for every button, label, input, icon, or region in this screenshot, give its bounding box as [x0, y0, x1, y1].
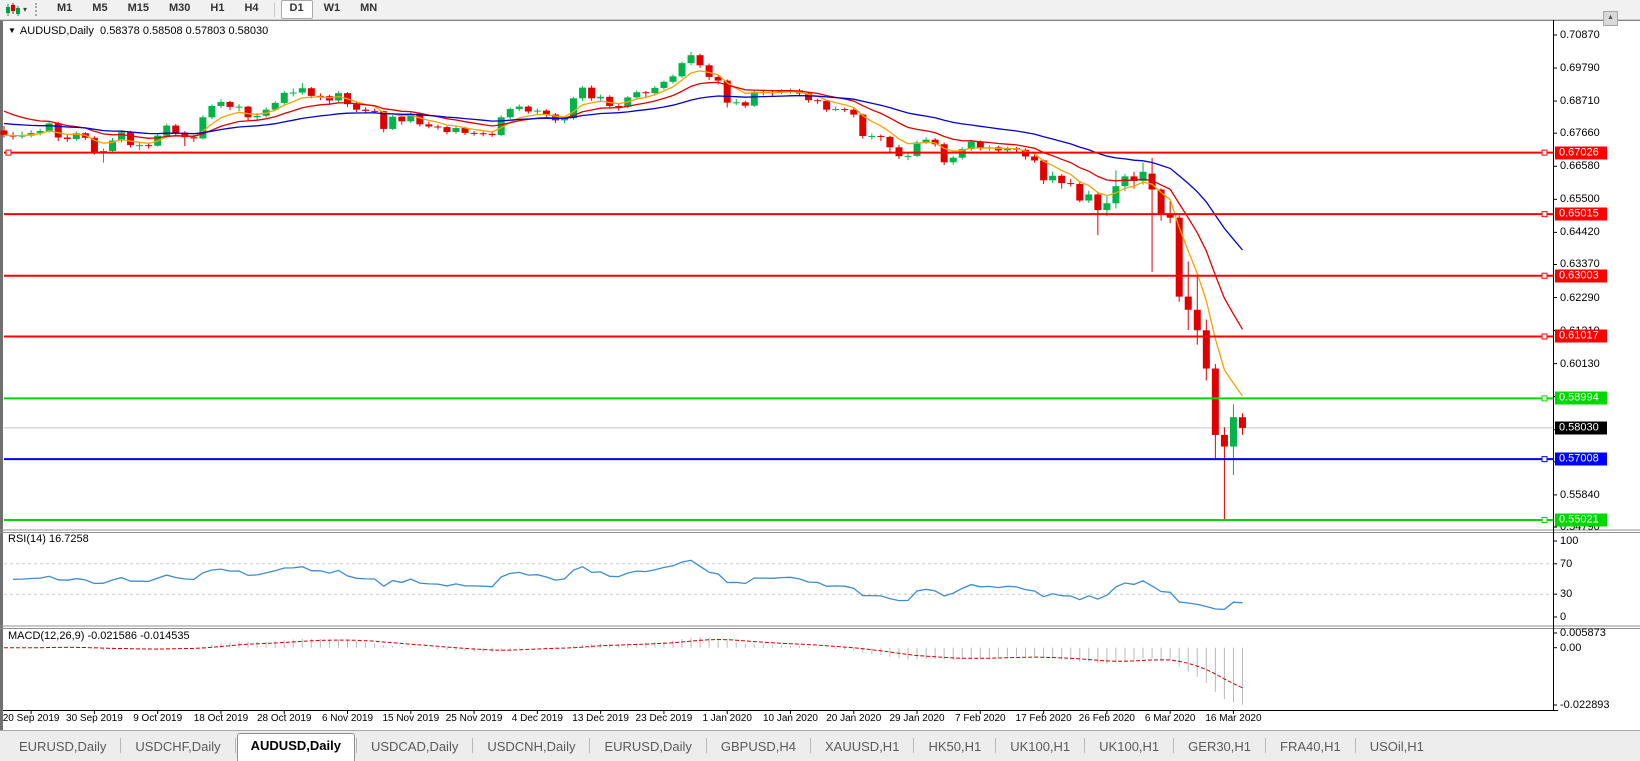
tab-separator — [1355, 738, 1356, 753]
timeframe-button-m30[interactable]: M30 — [160, 0, 199, 19]
chart-type-icon — [5, 3, 21, 17]
tab-usoil-h1[interactable]: USOil,H1 — [1357, 734, 1437, 761]
moving-averages — [4, 71, 1243, 396]
candlestick-chart-icon[interactable]: ▾ — [0, 1, 32, 18]
mt4-window: ▾ M1M5M15M30H1H4D1W1MN ▲ ▼AUDUSD,Daily 0… — [0, 0, 1640, 761]
tab-gbpusd-h4[interactable]: GBPUSD,H4 — [708, 734, 809, 761]
toolbar-separator — [274, 3, 275, 17]
tab-hk50-h1[interactable]: HK50,H1 — [915, 734, 994, 761]
rsi-line — [13, 560, 1243, 609]
tab-separator — [120, 738, 121, 753]
tab-separator — [356, 738, 357, 753]
timeframe-button-h1[interactable]: H1 — [201, 0, 233, 19]
ma-line-34 — [4, 96, 1243, 250]
timeframe-button-m5[interactable]: M5 — [83, 0, 116, 19]
candles-layer — [1, 52, 1246, 520]
timeframe-button-m15[interactable]: M15 — [119, 0, 158, 19]
tab-eurusd-daily[interactable]: EURUSD,Daily — [6, 734, 119, 761]
timeframe-button-d1[interactable]: D1 — [281, 0, 313, 19]
tab-separator — [913, 738, 914, 753]
toolbar: ▾ M1M5M15M30H1H4 D1W1MN — [0, 0, 1640, 20]
tab-fra40-h1[interactable]: FRA40,H1 — [1267, 734, 1354, 761]
tab-list: EURUSD,DailyUSDCHF,DailyAUDUSD,DailyUSDC… — [6, 733, 1437, 761]
tab-separator — [235, 738, 236, 753]
timeframe-toolbar: M1M5M15M30H1H4 D1W1MN — [47, 0, 387, 19]
macd-pane — [4, 637, 1243, 705]
tab-separator — [1084, 738, 1085, 753]
chart-canvas[interactable] — [0, 0, 1640, 761]
tab-separator — [810, 738, 811, 753]
chevron-down-icon: ▾ — [23, 6, 27, 14]
ma-line-6 — [4, 71, 1243, 396]
tab-separator — [995, 738, 996, 753]
timeframe-button-h4[interactable]: H4 — [235, 0, 267, 19]
tab-audusd-daily[interactable]: AUDUSD,Daily — [237, 733, 355, 761]
timeframe-button-w1[interactable]: W1 — [315, 0, 350, 19]
tab-separator — [1173, 738, 1174, 753]
tab-uk100-h1[interactable]: UK100,H1 — [1086, 734, 1172, 761]
chart-scroll-up-button[interactable]: ▲ — [1603, 11, 1618, 26]
rsi-pane — [4, 560, 1553, 609]
tab-eurusd-daily[interactable]: EURUSD,Daily — [591, 734, 704, 761]
tab-xauusd-h1[interactable]: XAUUSD,H1 — [812, 734, 912, 761]
timeframe-button-mn[interactable]: MN — [351, 0, 386, 19]
tab-usdcad-daily[interactable]: USDCAD,Daily — [358, 734, 471, 761]
ma-line-14 — [4, 82, 1243, 329]
tab-uk100-h1[interactable]: UK100,H1 — [997, 734, 1083, 761]
tab-separator — [706, 738, 707, 753]
tab-usdcnh-daily[interactable]: USDCNH,Daily — [474, 734, 588, 761]
toolbar-grip[interactable] — [35, 3, 41, 16]
level-lines — [4, 150, 1553, 522]
tab-usdchf-daily[interactable]: USDCHF,Daily — [122, 734, 233, 761]
axis-ticks — [31, 35, 1557, 714]
tab-separator — [1265, 738, 1266, 753]
tab-separator — [472, 738, 473, 753]
chart-tab-bar: EURUSD,DailyUSDCHF,DailyAUDUSD,DailyUSDC… — [0, 730, 1640, 761]
macd-signal-line — [4, 640, 1243, 688]
tab-separator — [589, 738, 590, 753]
timeframe-button-m1[interactable]: M1 — [48, 0, 81, 19]
tab-ger30-h1[interactable]: GER30,H1 — [1175, 734, 1264, 761]
